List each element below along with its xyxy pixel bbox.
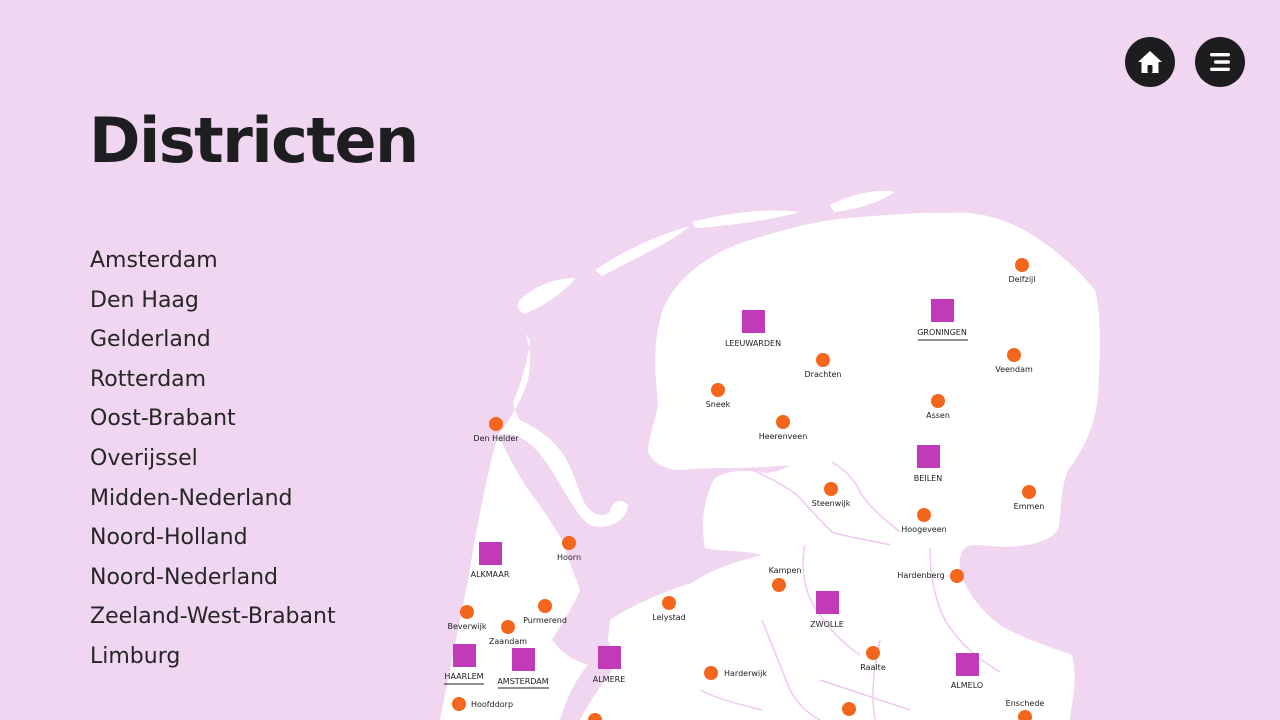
district-item-noord-nederland[interactable]: Noord-Nederland	[90, 558, 336, 598]
location-label: Steenwijk	[812, 499, 851, 508]
location-label: Hoofddorp	[471, 700, 513, 709]
location-label: Hoorn	[557, 553, 581, 562]
office-label: LEEUWARDEN	[725, 339, 781, 348]
location-label: Purmerend	[523, 616, 567, 625]
location-label: Kampen	[769, 566, 802, 575]
home-button[interactable]	[1125, 37, 1175, 87]
district-item-midden-nederland[interactable]: Midden-Nederland	[90, 479, 336, 519]
district-item-den-haag[interactable]: Den Haag	[90, 281, 336, 321]
location-harderwijk[interactable]: Harderwijk	[704, 666, 767, 680]
location-label: Zaandam	[489, 637, 527, 646]
district-item-oost-brabant[interactable]: Oost-Brabant	[90, 399, 336, 439]
office-label: AMSTERDAM	[497, 677, 548, 686]
office-beilen[interactable]: BEILEN	[914, 445, 942, 483]
office-label: HAARLEM	[444, 672, 483, 681]
district-item-rotterdam[interactable]: Rotterdam	[90, 360, 336, 400]
location-label: Hardenberg	[897, 571, 944, 580]
office-label: ALMELO	[951, 681, 983, 690]
location-hoofddorp[interactable]: Hoofddorp	[452, 697, 513, 711]
wadden-island-schiermonnikoog	[830, 190, 895, 212]
location-label: Raalte	[860, 663, 886, 672]
page-title: Districten	[89, 104, 419, 177]
hamburger-menu-icon	[1210, 53, 1230, 71]
office-label: GRONINGEN	[917, 328, 967, 337]
district-item-amsterdam[interactable]: Amsterdam	[90, 241, 336, 281]
location-label: Harderwijk	[724, 669, 767, 678]
district-item-overijssel[interactable]: Overijssel	[90, 439, 336, 479]
office-label: BEILEN	[914, 474, 942, 483]
netherlands-district-map: Delfzijl Veendam Drachten Sneek Assen He…	[440, 190, 1100, 720]
wadden-island-ameland	[692, 210, 800, 228]
location-marker[interactable]	[842, 702, 856, 716]
location-label: Sneek	[706, 400, 731, 409]
location-label: Lelystad	[652, 613, 685, 622]
district-item-zeeland-west-brabant[interactable]: Zeeland-West-Brabant	[90, 597, 336, 637]
district-item-gelderland[interactable]: Gelderland	[90, 320, 336, 360]
menu-button[interactable]	[1195, 37, 1245, 87]
location-label: Drachten	[805, 370, 842, 379]
wadden-island-terschelling	[595, 226, 690, 276]
location-label: Enschede	[1006, 699, 1045, 708]
district-item-noord-holland[interactable]: Noord-Holland	[90, 518, 336, 558]
location-label: Emmen	[1014, 502, 1045, 511]
location-label: Heerenveen	[759, 432, 808, 441]
office-label: ZWOLLE	[810, 620, 844, 629]
office-almere[interactable]: ALMERE	[593, 646, 626, 684]
location-label: Den Helder	[473, 434, 519, 443]
location-label: Veendam	[995, 365, 1033, 374]
home-icon	[1138, 51, 1162, 73]
district-item-limburg[interactable]: Limburg	[90, 637, 336, 677]
location-label: Assen	[926, 411, 950, 420]
district-list: Amsterdam Den Haag Gelderland Rotterdam …	[90, 241, 336, 677]
location-label: Hoogeveen	[901, 525, 946, 534]
location-label: Beverwijk	[448, 622, 487, 631]
wadden-island-texel-vlieland	[517, 278, 576, 314]
office-label: ALKMAAR	[471, 570, 510, 579]
office-label: ALMERE	[593, 675, 626, 684]
location-label: Delfzijl	[1009, 275, 1036, 284]
